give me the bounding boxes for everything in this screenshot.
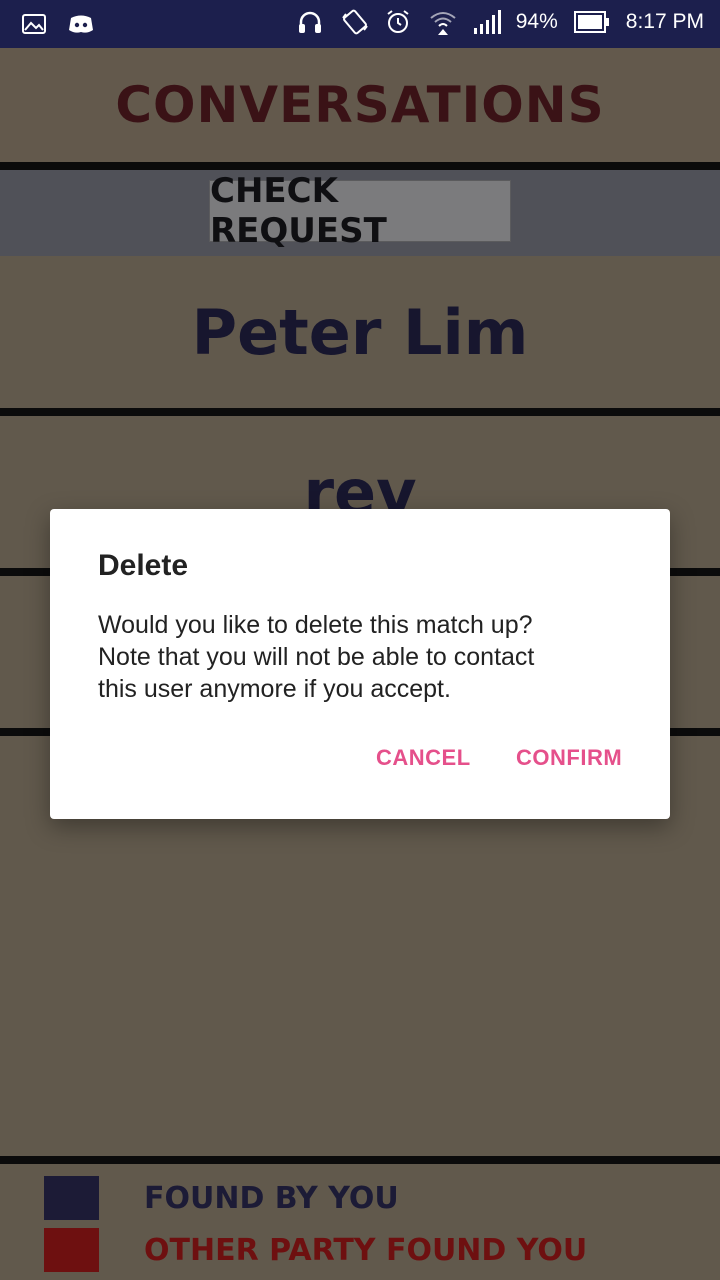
page-title: CONVERSATIONS	[115, 76, 605, 134]
check-request-button[interactable]: CHECK REQUEST	[209, 171, 511, 251]
check-request-bar: CHECK REQUEST	[0, 170, 720, 256]
battery-icon	[573, 8, 610, 36]
clock: 8:17 PM	[625, 10, 704, 33]
confirm-button[interactable]: CONFIRM	[516, 745, 622, 771]
dialog-message-line: Would you like to delete this match up?	[98, 611, 533, 639]
discord-icon	[66, 10, 94, 38]
headphones-icon	[296, 8, 324, 36]
dialog-title: Delete	[98, 549, 189, 582]
legend-item-other-party: OTHER PARTY FOUND YOU	[44, 1228, 587, 1272]
cancel-button[interactable]: CANCEL	[376, 745, 471, 771]
wifi-icon	[428, 8, 456, 36]
status-bar: 94% 8:17 PM	[0, 0, 720, 48]
signal-icon	[472, 8, 501, 36]
divider	[0, 162, 720, 170]
rotate-icon	[340, 8, 368, 36]
battery-percent: 94%	[515, 10, 558, 33]
divider	[0, 408, 720, 416]
dialog-message-line: this user anymore if you accept.	[98, 675, 451, 703]
gallery-icon	[20, 10, 48, 38]
delete-dialog: Delete Would you like to delete this mat…	[50, 509, 670, 819]
legend-item-found-by-you: FOUND BY YOU	[44, 1176, 399, 1220]
header: CONVERSATIONS	[0, 48, 720, 162]
alarm-icon	[384, 8, 412, 36]
dialog-message: Would you like to delete this match up? …	[98, 609, 618, 705]
legend: FOUND BY YOU OTHER PARTY FOUND YOU	[0, 1164, 720, 1280]
dialog-message-line: Note that you will not be able to contac…	[98, 643, 535, 671]
conversation-name: Peter Lim	[191, 295, 529, 369]
legend-label-found-by-you: FOUND BY YOU	[144, 1180, 399, 1216]
legend-label-other-party: OTHER PARTY FOUND YOU	[144, 1232, 588, 1268]
legend-swatch-red	[44, 1228, 99, 1272]
legend-swatch-navy	[44, 1176, 99, 1220]
divider	[0, 1156, 720, 1164]
conversation-row[interactable]: Peter Lim	[0, 256, 720, 408]
